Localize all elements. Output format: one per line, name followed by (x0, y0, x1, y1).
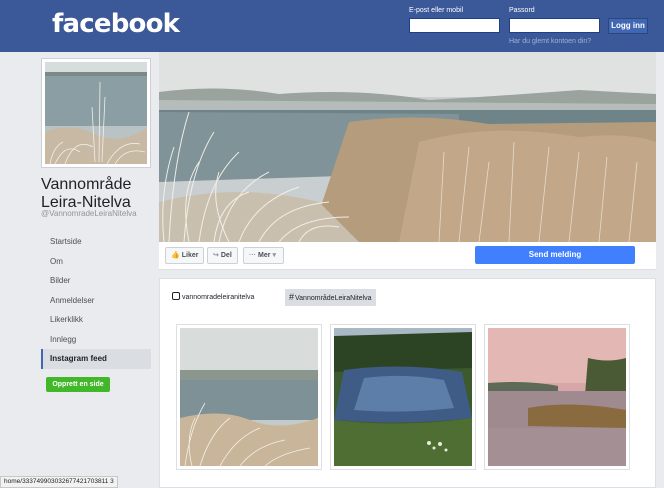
instagram-feed-panel: vannomradeleiranitelva #VannområdeLeiraN… (159, 278, 656, 488)
email-label: E-post eller mobil (409, 7, 464, 14)
nav-item-innlegg[interactable]: Innlegg (41, 330, 151, 350)
photo-frost-lake (180, 328, 318, 466)
cover-frost-lake-image (159, 52, 656, 242)
email-input[interactable] (409, 18, 500, 33)
hashtag-icon: # (289, 292, 295, 302)
thumbs-up-icon: 👍 (171, 252, 180, 259)
instagram-icon (172, 292, 180, 300)
password-input[interactable] (509, 18, 600, 33)
top-bar: facebook E-post eller mobil Passord Logg… (0, 0, 664, 52)
nav-item-instagram-feed[interactable]: Instagram feed (41, 349, 151, 369)
page-handle[interactable]: @VannomradeLeiraNitelva (41, 209, 137, 218)
nav-item-bilder[interactable]: Bilder (41, 271, 151, 291)
photo-sunset-lake (488, 328, 626, 466)
create-page-button[interactable]: Opprett en side (46, 377, 110, 392)
page-action-bar: 👍 Liker ↪ Del ··· Mer ▾ Send melding (159, 242, 656, 270)
instagram-photo-green-pond[interactable] (330, 324, 476, 470)
nav-item-likerklikk[interactable]: Likerklikk (41, 310, 151, 330)
cover-photo[interactable] (159, 52, 656, 242)
instagram-photo-sunset-lake[interactable] (484, 324, 630, 470)
photo-green-pond (334, 328, 472, 466)
password-label: Passord (509, 7, 535, 14)
chevron-down-icon: ▾ (272, 252, 276, 259)
like-button[interactable]: 👍 Liker (165, 247, 205, 264)
more-button[interactable]: ··· Mer ▾ (243, 247, 284, 264)
instagram-photo-frost-lake[interactable] (176, 324, 322, 470)
hashtag-tab[interactable]: #VannområdeLeiraNitelva (285, 289, 376, 306)
share-label: Del (220, 252, 232, 259)
forgot-account-link[interactable]: Har du glemt kontoen din? (509, 38, 591, 45)
page-nav: Startside Om Bilder Anmeldelser Likerkli… (41, 232, 151, 369)
facebook-logo[interactable]: facebook (52, 9, 180, 39)
share-button[interactable]: ↪ Del (207, 247, 238, 264)
profile-photo-frost-lake (45, 62, 147, 165)
nav-item-anmeldelser[interactable]: Anmeldelser (41, 291, 151, 311)
instagram-account-label: vannomradeleiranitelva (182, 294, 255, 301)
nav-item-om[interactable]: Om (41, 252, 151, 272)
profile-picture[interactable] (41, 58, 151, 168)
nav-item-startside[interactable]: Startside (41, 232, 151, 252)
more-dots-icon: ··· (249, 252, 256, 259)
more-label: Mer (258, 252, 271, 259)
send-message-button[interactable]: Send melding (475, 246, 635, 264)
instagram-account-tab[interactable]: vannomradeleiranitelva (168, 289, 258, 306)
status-bar-url: home/333749903032677421703811 3 (0, 476, 118, 488)
share-arrow-icon: ↪ (213, 252, 219, 259)
hashtag-label: VannområdeLeiraNitelva (295, 295, 372, 302)
page-title: Vannområde Leira-Nitelva (41, 176, 132, 211)
login-button[interactable]: Logg inn (608, 18, 648, 34)
like-label: Liker (181, 252, 199, 259)
